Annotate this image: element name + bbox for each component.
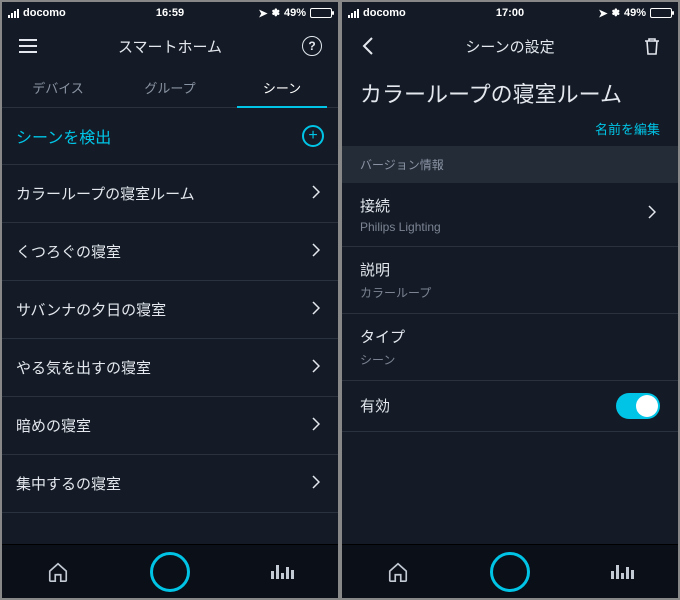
status-bar: docomo 17:00 ➤ ✽ 49%: [342, 2, 678, 24]
type-value: シーン: [360, 351, 405, 368]
scene-label: カラーループの寝室ルーム: [16, 183, 195, 204]
description-key: 説明: [360, 259, 431, 280]
detail-header: カラーループの寝室ルーム 名前を編集: [342, 68, 678, 146]
row-enabled: 有効: [342, 381, 678, 432]
row-description: 説明 カラーループ: [342, 247, 678, 314]
tab-alexa[interactable]: [150, 552, 190, 592]
scene-detail-title: カラーループの寝室ルーム: [360, 80, 660, 111]
tab-home[interactable]: [38, 552, 78, 592]
chevron-right-icon: [312, 243, 324, 261]
tab-activity[interactable]: [602, 552, 642, 592]
description-value: カラーループ: [360, 284, 431, 301]
bottom-tabbar: [2, 544, 338, 598]
scene-label: やる気を出すの寝室: [16, 357, 151, 378]
scene-label: くつろぐの寝室: [16, 241, 121, 262]
phone-right: docomo 17:00 ➤ ✽ 49% シーンの設定 カラーループの寝室ルーム…: [342, 2, 678, 598]
add-icon: +: [302, 125, 324, 147]
edit-name-link[interactable]: 名前を編集: [360, 119, 660, 138]
chevron-right-icon: [312, 359, 324, 377]
scene-row[interactable]: やる気を出すの寝室: [2, 339, 338, 397]
scene-label: サバンナの夕日の寝室: [16, 299, 166, 320]
alexa-ring-icon: [150, 552, 190, 592]
chevron-right-icon: [312, 475, 324, 493]
navbar: スマートホーム ?: [2, 24, 338, 68]
home-icon: [387, 561, 409, 583]
chevron-right-icon: [312, 301, 324, 319]
help-icon: ?: [302, 36, 322, 56]
segment-tabs: デバイス グループ シーン: [2, 68, 338, 108]
connection-value: Philips Lighting: [360, 220, 441, 234]
phone-left: docomo 16:59 ➤ ✽ 49% スマートホーム ? デバイス グループ…: [2, 2, 338, 598]
carrier-label: docomo: [23, 7, 66, 19]
page-title: シーンの設定: [382, 36, 638, 57]
equalizer-icon: [271, 565, 294, 579]
connection-key: 接続: [360, 195, 441, 216]
section-version-info: バージョン情報: [342, 146, 678, 183]
delete-button[interactable]: [638, 32, 666, 60]
scene-list: カラーループの寝室ルーム くつろぐの寝室 サバンナの夕日の寝室 やる気を出すの寝…: [2, 165, 338, 544]
equalizer-icon: [611, 565, 634, 579]
scene-label: 暗めの寝室: [16, 415, 91, 436]
chevron-right-icon: [312, 185, 324, 203]
menu-button[interactable]: [14, 32, 42, 60]
tab-scenes[interactable]: シーン: [226, 68, 338, 107]
trash-icon: [643, 36, 661, 56]
type-key: タイプ: [360, 326, 405, 347]
bluetooth-icon: ✽: [272, 8, 280, 19]
scene-row[interactable]: 集中するの寝室: [2, 455, 338, 513]
location-icon: ➤: [258, 7, 267, 20]
enabled-key: 有効: [360, 395, 390, 416]
carrier-label: docomo: [363, 7, 406, 19]
help-button[interactable]: ?: [298, 32, 326, 60]
bluetooth-icon: ✽: [612, 8, 620, 19]
detect-scenes-label: シーンを検出: [16, 124, 111, 148]
signal-icon: [8, 9, 19, 18]
home-icon: [47, 561, 69, 583]
tab-devices[interactable]: デバイス: [2, 68, 114, 107]
page-title: スマートホーム: [42, 36, 298, 57]
battery-icon: [310, 8, 332, 18]
scene-row[interactable]: くつろぐの寝室: [2, 223, 338, 281]
chevron-right-icon: [648, 205, 660, 224]
scene-label: 集中するの寝室: [16, 473, 121, 494]
tab-groups[interactable]: グループ: [114, 68, 226, 107]
tab-alexa[interactable]: [490, 552, 530, 592]
status-bar: docomo 16:59 ➤ ✽ 49%: [2, 2, 338, 24]
tab-activity[interactable]: [262, 552, 302, 592]
enabled-toggle[interactable]: [616, 393, 660, 419]
row-connection[interactable]: 接続 Philips Lighting: [342, 183, 678, 247]
detect-scenes-row[interactable]: シーンを検出 +: [2, 108, 338, 165]
alexa-ring-icon: [490, 552, 530, 592]
location-icon: ➤: [598, 7, 607, 20]
scene-row[interactable]: カラーループの寝室ルーム: [2, 165, 338, 223]
signal-icon: [348, 9, 359, 18]
scene-row[interactable]: 暗めの寝室: [2, 397, 338, 455]
chevron-left-icon: [361, 36, 375, 56]
back-button[interactable]: [354, 32, 382, 60]
navbar: シーンの設定: [342, 24, 678, 68]
scene-row[interactable]: サバンナの夕日の寝室: [2, 281, 338, 339]
tab-home[interactable]: [378, 552, 418, 592]
battery-pct: 49%: [624, 7, 646, 19]
battery-pct: 49%: [284, 7, 306, 19]
row-type: タイプ シーン: [342, 314, 678, 381]
battery-icon: [650, 8, 672, 18]
hamburger-icon: [19, 39, 37, 53]
chevron-right-icon: [312, 417, 324, 435]
bottom-tabbar: [342, 544, 678, 598]
